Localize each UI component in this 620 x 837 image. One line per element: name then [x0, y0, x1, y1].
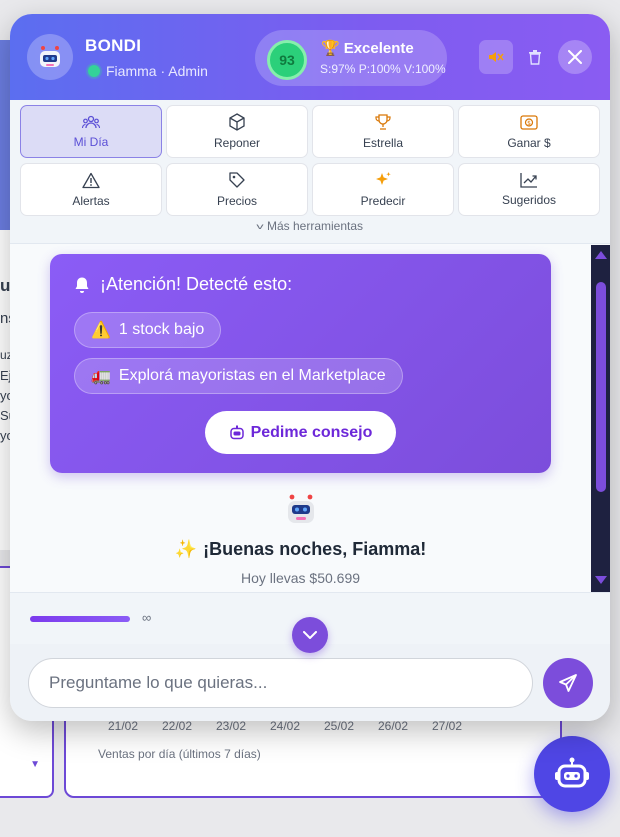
trophy-icon: 🏆 [321, 40, 340, 57]
send-button[interactable] [543, 658, 593, 708]
alert-chip-marketplace[interactable]: 🚛 Explorá mayoristas en el Marketplace [74, 358, 403, 394]
robot-icon [555, 757, 589, 788]
chevron-down-icon [303, 630, 317, 639]
online-indicator [88, 65, 100, 77]
scroll-up-arrow[interactable] [595, 251, 607, 259]
scroll-down-arrow[interactable] [595, 576, 607, 584]
tool-label: Reponer [213, 136, 261, 150]
caret-down-icon[interactable]: ▼ [30, 759, 40, 770]
panel-header: BONDI Fiamma · Admin 93 🏆 Excelente S:97%… [10, 14, 610, 100]
tool-label: Mi Día [73, 135, 109, 149]
chart-tick: 23/02 [216, 719, 247, 733]
chart-tick: 26/02 [378, 719, 409, 733]
greeting-title: ✨ ¡Buenas noches, Fiamma! [174, 539, 427, 559]
bot-avatar [27, 34, 73, 80]
usage-progress [30, 616, 130, 622]
messages-area: ¡Atención! Detecté esto: ⚠️ 1 stock bajo … [10, 245, 610, 592]
trophy-icon [375, 114, 391, 130]
chevron-down-icon: v [256, 221, 264, 231]
score-stats: S:97% P:100% V:100% [320, 62, 446, 76]
alert-card: ¡Atención! Detecté esto: ⚠️ 1 stock bajo … [50, 254, 551, 473]
warning-icon [82, 172, 100, 188]
tool-alertas[interactable]: Alertas [20, 163, 162, 216]
robot-icon [229, 425, 244, 439]
chart-x-axis: 21/02 22/02 23/02 24/02 25/02 26/02 27/0… [108, 719, 486, 733]
user-role: Fiamma · Admin [106, 63, 208, 79]
chat-input[interactable] [28, 658, 533, 708]
send-icon [559, 674, 577, 692]
chart-tick: 25/02 [324, 719, 355, 733]
money-icon: $ [520, 115, 538, 130]
tool-label: Sugeridos [501, 193, 557, 207]
usage-limit-value: ∞ [142, 610, 152, 625]
svg-text:$: $ [527, 120, 531, 127]
alert-chip-low-stock[interactable]: ⚠️ 1 stock bajo [74, 312, 222, 348]
close-button[interactable] [558, 40, 592, 74]
robot-icon [40, 46, 60, 67]
chart-tick: 21/02 [108, 719, 139, 733]
robot-icon [288, 494, 314, 523]
scroll-to-bottom-button[interactable] [292, 617, 328, 653]
user-status: Fiamma · Admin [88, 63, 208, 79]
chart-tick: 27/02 [432, 719, 463, 733]
health-score-badge[interactable]: 93 🏆 Excelente S:97% P:100% V:100% [255, 30, 447, 86]
chart-tick: 22/02 [162, 719, 193, 733]
bell-icon [75, 277, 89, 293]
tool-estrella[interactable]: Estrella [312, 105, 454, 158]
close-icon [568, 50, 582, 64]
clear-chat-button[interactable] [523, 43, 547, 71]
tool-precios[interactable]: Precios [166, 163, 308, 216]
mute-button[interactable] [479, 40, 513, 74]
tools-grid: Mi Día Reponer Estrella $ Ganar $ Alerta… [10, 100, 610, 244]
tag-icon [229, 172, 245, 188]
tool-label: Estrella [362, 136, 403, 150]
ask-advice-button[interactable]: Pedime consejo [205, 411, 396, 454]
tool-label: Ganar $ [507, 136, 551, 150]
trend-icon [520, 173, 537, 188]
chart-tick: 24/02 [270, 719, 301, 733]
assistant-fab-button[interactable] [534, 736, 610, 812]
warning-icon: ⚠️ [91, 322, 111, 339]
scroll-thumb[interactable] [596, 282, 606, 492]
messages-scrollbar[interactable] [591, 245, 610, 592]
trash-icon [529, 50, 541, 65]
composer [10, 644, 610, 721]
score-ring: 93 [267, 40, 307, 80]
brand-name: BONDI [85, 36, 142, 55]
people-icon [82, 115, 100, 129]
tool-predecir[interactable]: Predecir [312, 163, 454, 216]
sparkles-icon [376, 172, 391, 185]
sparkles-icon: ✨ [174, 539, 198, 559]
tool-ganar[interactable]: $ Ganar $ [458, 105, 600, 158]
alert-title: ¡Atención! Detecté esto: [74, 274, 292, 295]
truck-icon: 🚛 [91, 368, 111, 385]
tool-mi-dia[interactable]: Mi Día [20, 105, 162, 158]
more-tools-toggle[interactable]: v Más herramientas [10, 219, 610, 233]
tool-label: Alertas [72, 193, 110, 208]
daily-sales-summary: Hoy llevas $50.699 [240, 570, 361, 586]
tool-label: Precios [216, 194, 257, 208]
assistant-chat-panel: BONDI Fiamma · Admin 93 🏆 Excelente S:97%… [10, 14, 610, 721]
tool-reponer[interactable]: Reponer [166, 105, 308, 158]
tool-sugeridos[interactable]: Sugeridos [458, 163, 600, 216]
tool-label: Predecir [360, 194, 406, 208]
speaker-muted-icon [489, 52, 504, 62]
chart-caption: Ventas por día (últimos 7 días) [98, 747, 261, 761]
box-icon [229, 113, 245, 131]
score-label: 🏆 Excelente [321, 40, 414, 57]
usage-progress-fill [30, 616, 130, 622]
